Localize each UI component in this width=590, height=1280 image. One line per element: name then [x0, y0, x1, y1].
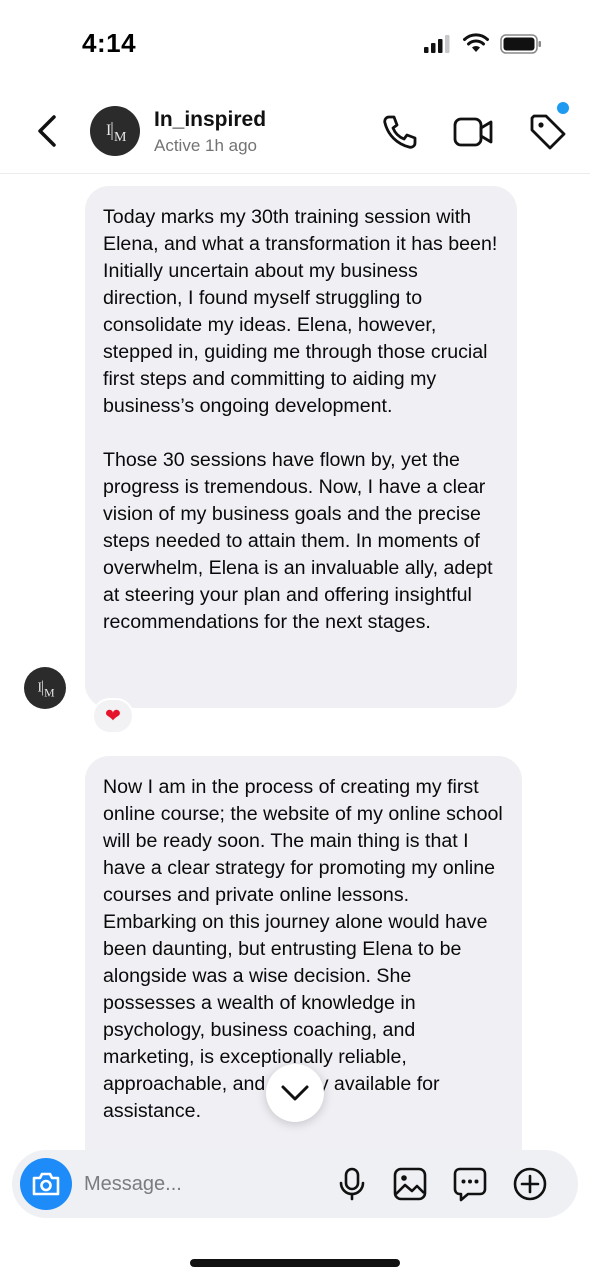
phone-icon[interactable] — [380, 112, 420, 152]
chat-username[interactable]: In_inspired — [154, 108, 266, 132]
tag-icon[interactable] — [526, 110, 570, 154]
wifi-icon — [463, 33, 489, 52]
message-input[interactable] — [84, 1162, 324, 1206]
camera-button[interactable] — [20, 1158, 72, 1210]
chevron-down-icon — [281, 1085, 309, 1101]
status-bar: 4:14 — [0, 0, 590, 90]
message-paragraph: Today marks my 30th training session wit… — [103, 206, 498, 417]
back-icon[interactable] — [30, 108, 66, 154]
svg-text:I: I — [106, 122, 111, 139]
avatar-monogram-icon: I M — [37, 679, 55, 699]
battery-icon — [500, 34, 541, 54]
message-bubble[interactable]: Today marks my 30th training session wit… — [85, 186, 517, 708]
svg-text:M: M — [114, 130, 127, 145]
avatar[interactable]: I M — [90, 106, 140, 156]
heart-icon: ❤ — [105, 705, 121, 727]
sender-avatar[interactable]: I M — [24, 667, 66, 709]
avatar-monogram-icon: I M — [106, 122, 127, 145]
video-camera-icon[interactable] — [452, 114, 494, 150]
notification-dot — [557, 102, 569, 114]
home-indicator[interactable] — [190, 1259, 400, 1267]
svg-text:M: M — [44, 686, 55, 699]
status-time: 4:14 — [82, 28, 137, 58]
heart-reaction[interactable]: ❤ — [92, 698, 134, 734]
chat-header: I M In_inspired Active 1h ago — [0, 90, 590, 174]
microphone-icon[interactable] — [334, 1166, 370, 1202]
active-status: Active 1h ago — [154, 136, 258, 155]
plus-icon[interactable] — [512, 1166, 548, 1202]
message-composer — [12, 1150, 578, 1218]
camera-icon — [32, 1172, 60, 1196]
svg-text:I: I — [37, 679, 41, 694]
cellular-signal-icon — [424, 35, 450, 53]
gallery-icon[interactable] — [392, 1166, 428, 1202]
sticker-icon[interactable] — [452, 1166, 488, 1202]
scroll-to-bottom-button[interactable] — [266, 1064, 324, 1122]
message-paragraph: Those 30 sessions have flown by, yet the… — [103, 449, 493, 633]
